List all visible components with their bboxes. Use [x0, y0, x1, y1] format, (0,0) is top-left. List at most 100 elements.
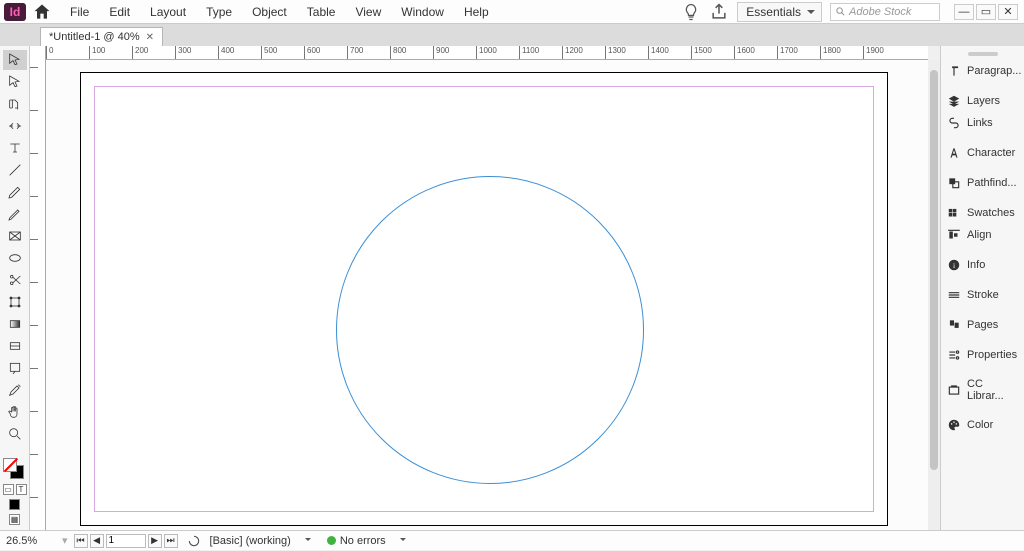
selection-tool[interactable]	[3, 50, 27, 70]
hruler-tick: 1300	[605, 46, 626, 59]
hruler-tick: 1200	[562, 46, 583, 59]
view-mode-icon[interactable]: ▦	[9, 514, 20, 525]
menu-edit[interactable]: Edit	[99, 1, 140, 23]
panel-layers[interactable]: Layers	[941, 90, 1024, 112]
share-icon[interactable]	[709, 2, 729, 22]
gap-tool[interactable]	[3, 116, 27, 136]
panel-properties[interactable]: Properties	[941, 344, 1024, 366]
panel-character[interactable]: Character	[941, 142, 1024, 164]
panel-align[interactable]: Align	[941, 224, 1024, 246]
hruler-tick: 1900	[863, 46, 884, 59]
gradient-feather-tool[interactable]	[3, 336, 27, 356]
document-tab-title: *Untitled-1 @ 40%	[49, 31, 140, 43]
svg-text:i: i	[953, 261, 955, 270]
panel-pathfinder[interactable]: Pathfind...	[941, 172, 1024, 194]
direct-selection-tool[interactable]	[3, 72, 27, 92]
panel-pages[interactable]: Pages	[941, 314, 1024, 336]
free-transform-tool[interactable]	[3, 292, 27, 312]
zoom-tool[interactable]	[3, 424, 27, 444]
preflight-ok-icon	[327, 536, 336, 545]
formatting-container-icon[interactable]: ▭	[3, 484, 14, 495]
document-tab[interactable]: *Untitled-1 @ 40% ✕	[40, 27, 163, 46]
page-navigator: ⏮ ◀ ▶ ⏭	[74, 534, 178, 548]
vruler-tick: 600	[30, 312, 38, 326]
prev-page-button[interactable]: ◀	[90, 534, 104, 548]
open-pages-icon[interactable]	[184, 531, 204, 551]
vertical-ruler[interactable]: 01002003004005006007008009001000	[30, 46, 46, 530]
formatting-text-icon[interactable]: T	[16, 484, 27, 495]
stock-search[interactable]: Adobe Stock	[830, 3, 940, 21]
scrollbar-thumb[interactable]	[930, 70, 938, 470]
ellipse-tool[interactable]	[3, 248, 27, 268]
pencil-tool[interactable]	[3, 204, 27, 224]
panel-color[interactable]: Color	[941, 414, 1024, 436]
panel-stroke[interactable]: Stroke	[941, 284, 1024, 306]
hruler-tick: 1100	[519, 46, 539, 59]
fill-swatch[interactable]	[3, 458, 17, 472]
apply-color-icon[interactable]	[9, 499, 20, 510]
canvas[interactable]	[46, 60, 928, 530]
last-page-button[interactable]: ⏭	[164, 534, 178, 548]
page-number-field[interactable]	[106, 534, 146, 548]
note-tool[interactable]	[3, 358, 27, 378]
eyedropper-tool[interactable]	[3, 380, 27, 400]
menu-type[interactable]: Type	[196, 1, 242, 23]
vruler-tick: 900	[30, 441, 38, 455]
panel-paragraph[interactable]: Paragrap...	[941, 60, 1024, 82]
page-tool[interactable]	[3, 94, 27, 114]
menu-view[interactable]: View	[345, 1, 391, 23]
type-tool[interactable]	[3, 138, 27, 158]
panel-info[interactable]: iInfo	[941, 254, 1024, 276]
horizontal-ruler[interactable]: 0100200300400500600700800900100011001200…	[46, 46, 928, 60]
panel-links[interactable]: Links	[941, 112, 1024, 134]
first-page-button[interactable]: ⏮	[74, 534, 88, 548]
fill-stroke-swatch[interactable]	[3, 458, 27, 480]
pen-tool[interactable]	[3, 182, 27, 202]
preflight-profile[interactable]: [Basic] (working)	[210, 535, 311, 547]
home-icon[interactable]	[32, 2, 52, 22]
close-button[interactable]: ✕	[998, 4, 1018, 20]
panel-grip-icon[interactable]	[968, 52, 998, 56]
hruler-tick: 700	[347, 46, 363, 59]
hruler-tick: 0	[46, 46, 53, 59]
menu-items: File Edit Layout Type Object Table View …	[60, 1, 499, 23]
vruler-tick: 100	[30, 97, 38, 111]
hruler-tick: 400	[218, 46, 234, 59]
menu-file[interactable]: File	[60, 1, 99, 23]
stock-search-placeholder: Adobe Stock	[849, 6, 911, 18]
hruler-tick: 1700	[777, 46, 798, 59]
hruler-tick: 300	[175, 46, 191, 59]
hand-tool[interactable]	[3, 402, 27, 422]
vruler-tick: 300	[30, 183, 38, 197]
minimize-button[interactable]: —	[954, 4, 974, 20]
vruler-tick: 800	[30, 398, 38, 412]
workspace-dropdown[interactable]: Essentials	[737, 2, 822, 22]
menubar-right: Essentials Adobe Stock — ▭ ✕	[681, 2, 1024, 22]
panel-cc-libraries[interactable]: CC Librar...	[941, 374, 1024, 406]
zoom-level[interactable]: 26.5%	[6, 535, 56, 547]
hruler-tick: 100	[89, 46, 105, 59]
hruler-tick: 500	[261, 46, 277, 59]
ellipse-object[interactable]	[336, 176, 644, 484]
scissors-tool[interactable]	[3, 270, 27, 290]
line-tool[interactable]	[3, 160, 27, 180]
right-panels: Paragrap... Layers Links Character Pathf…	[940, 46, 1024, 530]
panel-swatches[interactable]: Swatches	[941, 202, 1024, 224]
preflight-errors[interactable]: No errors	[340, 535, 406, 547]
vertical-scrollbar[interactable]	[928, 60, 940, 530]
next-page-button[interactable]: ▶	[148, 534, 162, 548]
menu-help[interactable]: Help	[454, 1, 499, 23]
menu-layout[interactable]: Layout	[140, 1, 196, 23]
restore-button[interactable]: ▭	[976, 4, 996, 20]
vruler-tick: 200	[30, 140, 38, 154]
gradient-swatch-tool[interactable]	[3, 314, 27, 334]
menu-window[interactable]: Window	[391, 1, 454, 23]
lightbulb-icon[interactable]	[681, 2, 701, 22]
hruler-tick: 1800	[820, 46, 841, 59]
menu-table[interactable]: Table	[297, 1, 346, 23]
hruler-tick: 600	[304, 46, 320, 59]
rect-frame-tool[interactable]	[3, 226, 27, 246]
close-tab-icon[interactable]: ✕	[146, 32, 154, 43]
hruler-tick: 800	[390, 46, 406, 59]
menu-object[interactable]: Object	[242, 1, 297, 23]
